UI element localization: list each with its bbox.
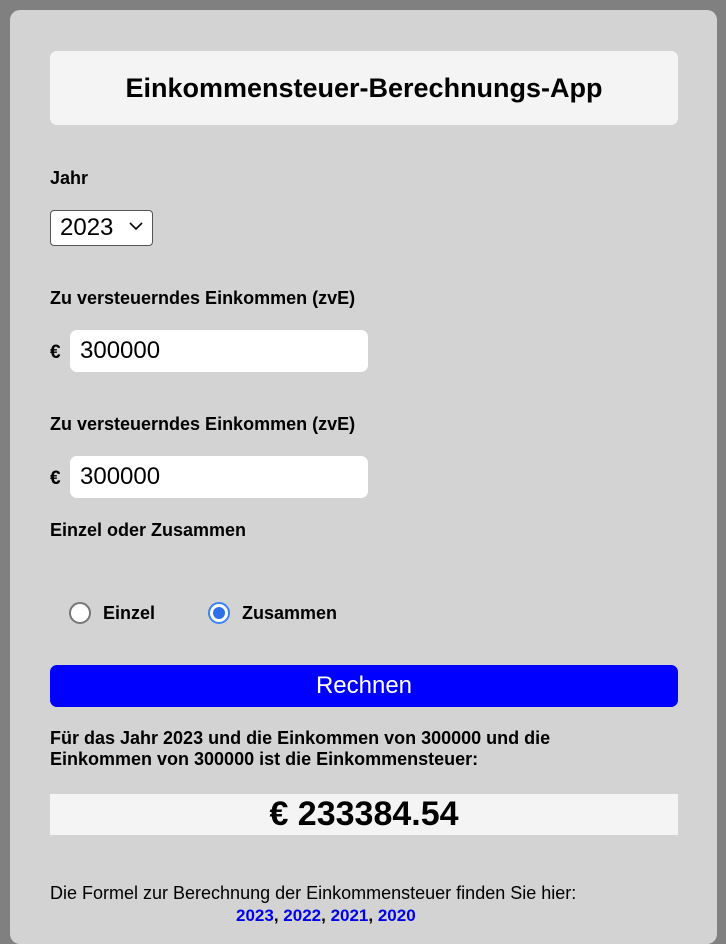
app-card: Einkommensteuer-Berechnungs-App Jahr 202… — [10, 10, 717, 944]
formula-link-2021[interactable]: 2021 — [331, 906, 369, 925]
page-title: Einkommensteuer-Berechnungs-App — [125, 72, 603, 103]
income-2-input[interactable]: 300000 — [70, 456, 368, 498]
radio-einzel[interactable] — [69, 602, 91, 624]
radio-einzel-label: Einzel — [103, 602, 156, 623]
link-separator: , — [321, 906, 331, 925]
income-2-label: Zu versteuerndes Einkommen (zvE) — [50, 414, 356, 434]
link-separator: , — [273, 906, 284, 925]
income-2-value: 300000 — [80, 463, 161, 490]
formula-link-2023[interactable]: 2023 — [236, 906, 274, 925]
income-2-currency: € — [50, 468, 61, 489]
result-amount: € 233384.54 — [50, 794, 678, 835]
income-1-value: 300000 — [80, 337, 161, 364]
year-select[interactable]: 2023 — [50, 210, 153, 246]
income-1-label: Zu versteuerndes Einkommen (zvE) — [50, 288, 356, 308]
formula-text: Die Formel zur Berechnung der Einkommens… — [50, 883, 577, 903]
result-description: Für das Jahr 2023 und die Einkommen von … — [50, 728, 551, 769]
formula-link-2020[interactable]: 2020 — [378, 906, 416, 925]
year-select-value: 2023 — [60, 214, 114, 241]
link-separator: , — [368, 906, 378, 925]
calculate-button[interactable]: Rechnen — [50, 665, 678, 707]
income-1-input[interactable]: 300000 — [70, 330, 368, 372]
filing-label: Einzel oder Zusammen — [50, 520, 247, 540]
chevron-down-icon — [129, 222, 143, 231]
year-label: Jahr — [50, 168, 89, 188]
radio-zusammen[interactable] — [208, 602, 230, 624]
formula-link-2022[interactable]: 2022 — [283, 906, 321, 925]
radio-option-zusammen[interactable]: Zusammen — [208, 598, 337, 628]
radio-zusammen-label: Zusammen — [242, 602, 338, 623]
income-1-currency: € — [50, 342, 61, 363]
formula-links: 2023, 2022, 2021, 2020 — [236, 906, 416, 926]
radio-option-einzel[interactable]: Einzel — [69, 598, 155, 628]
title-banner: Einkommensteuer-Berechnungs-App — [50, 51, 678, 125]
